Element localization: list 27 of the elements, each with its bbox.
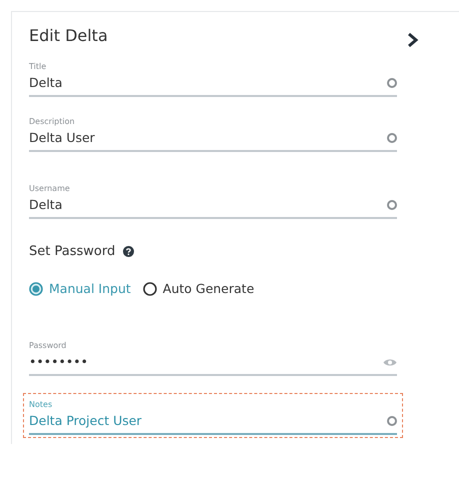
panel-title: Edit Delta (29, 26, 109, 45)
eye-icon[interactable] (383, 358, 397, 366)
clear-icon[interactable] (387, 200, 397, 210)
field-label: Notes (29, 400, 54, 410)
section-heading: Set Password (29, 244, 116, 259)
input-field[interactable]: Delta Project User (29, 410, 397, 435)
field-label: Username (29, 184, 71, 194)
input-field[interactable]: Delta User (29, 127, 397, 152)
input-field[interactable]: •••••••• (29, 351, 397, 376)
input-field[interactable]: Delta (29, 72, 397, 97)
field-value: Delta User (29, 130, 96, 146)
clear-icon[interactable] (387, 416, 397, 426)
field-value: Delta Project User (29, 413, 143, 429)
field-value: Delta (29, 197, 64, 213)
field-value: Delta (29, 75, 64, 91)
field-label: Title (29, 62, 48, 72)
help-icon[interactable] (123, 246, 134, 257)
radio-button[interactable] (142, 282, 157, 296)
clear-icon[interactable] (387, 78, 397, 88)
field-value: •••••••• (29, 354, 89, 370)
radio-button[interactable] (29, 282, 43, 296)
chevron-right-icon[interactable] (407, 32, 419, 48)
clear-icon[interactable] (387, 133, 397, 143)
radio-option[interactable]: Auto Generate (142, 281, 254, 296)
input-field[interactable]: Delta (29, 194, 397, 219)
field-label: Password (29, 341, 68, 351)
field-label: Description (29, 117, 76, 127)
